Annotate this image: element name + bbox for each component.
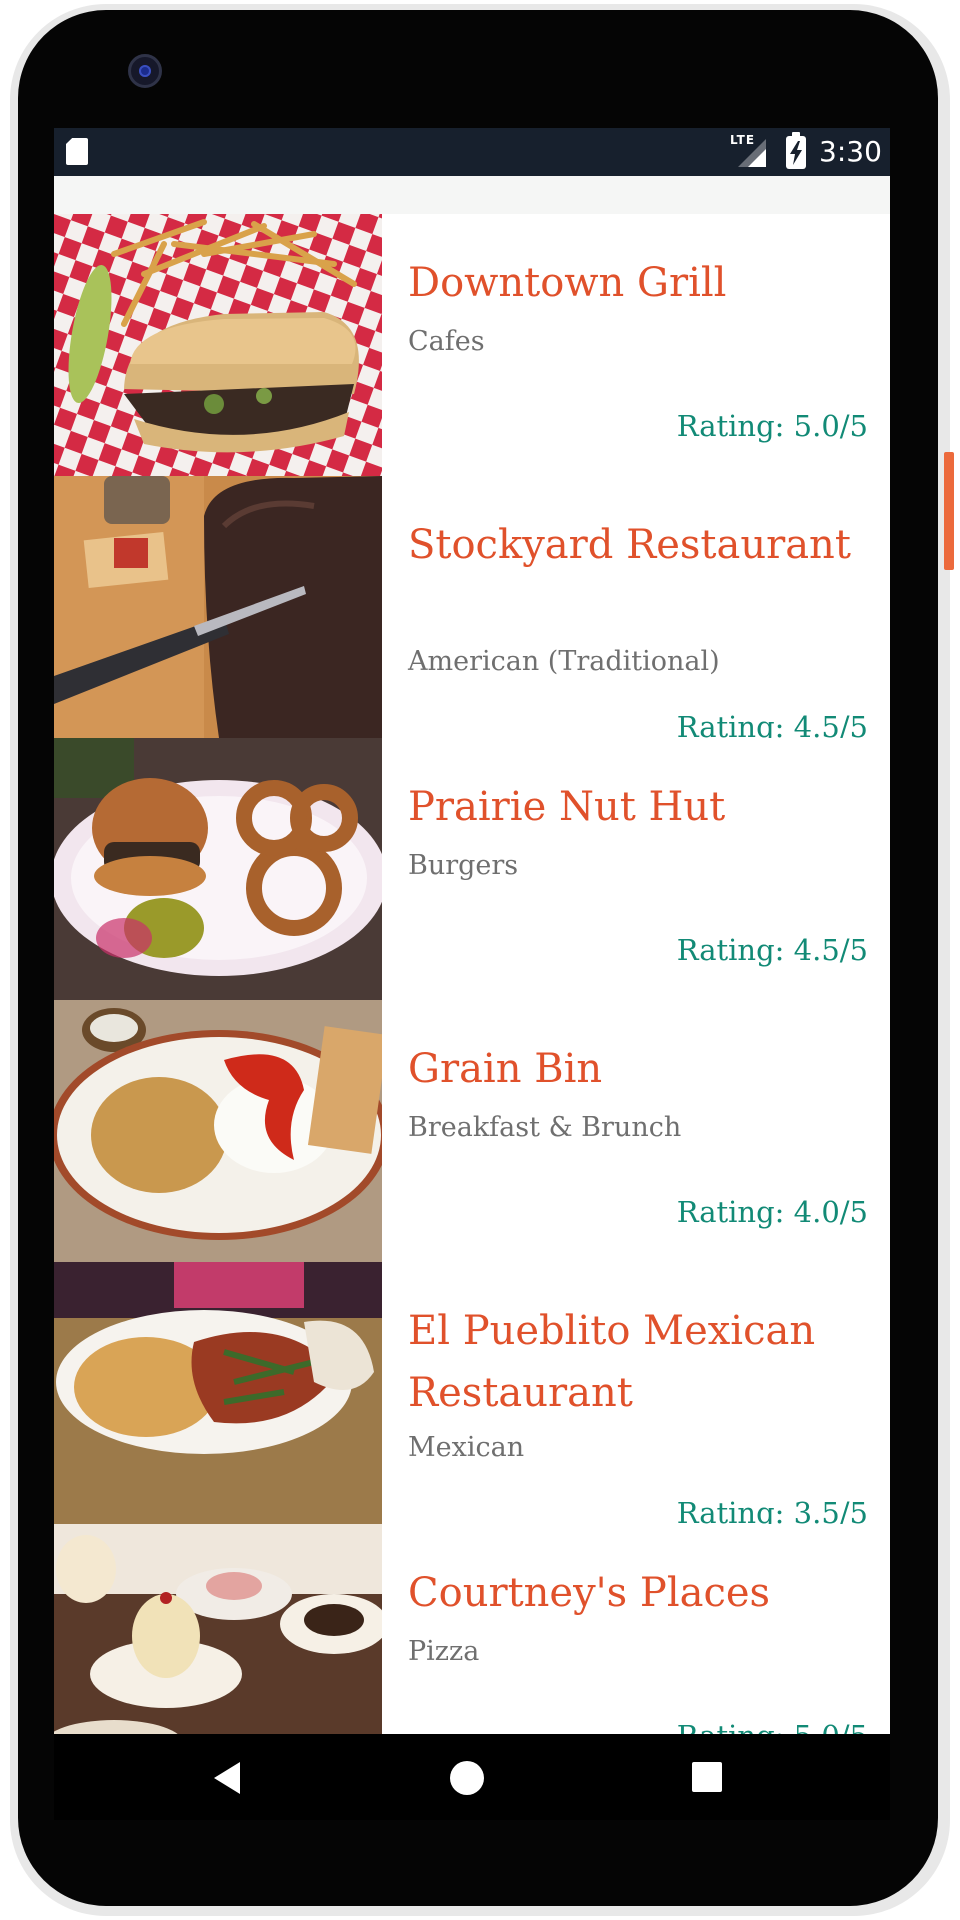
recents-icon[interactable] — [692, 1762, 722, 1792]
front-camera — [128, 54, 162, 88]
restaurant-name: Courtney's Places — [408, 1570, 771, 1616]
breakfast-plate-photo — [54, 1000, 382, 1262]
back-icon[interactable] — [214, 1762, 240, 1794]
restaurant-item-prairie-nut-hut[interactable]: Prairie Nut Hut Burgers Rating: 4.5/5 — [54, 738, 890, 1000]
sd-card-icon — [66, 138, 88, 165]
restaurant-item-el-pueblito-mexican-restaurant[interactable]: El Pueblito Mexican Restaurant Mexican R… — [54, 1262, 890, 1524]
desserts-photo — [54, 1524, 382, 1734]
burger-onion-rings-photo — [54, 738, 382, 1000]
restaurant-item-grain-bin[interactable]: Grain Bin Breakfast & Brunch Rating: 4.0… — [54, 1000, 890, 1262]
battery-charging-icon — [786, 132, 806, 169]
restaurant-category: Cafes — [408, 326, 485, 357]
restaurant-info: Downtown Grill Cafes Rating: 5.0/5 — [382, 214, 890, 476]
restaurant-rating: Rating: 5.0/5 — [676, 409, 868, 443]
mexican-plate-photo — [54, 1262, 382, 1524]
power-button — [944, 452, 954, 570]
screen: LTE 3:30 Downtown Grill Cafes Rating: 5.… — [54, 128, 890, 1734]
clock: 3:30 — [819, 135, 882, 168]
restaurant-item-downtown-grill[interactable]: Downtown Grill Cafes Rating: 5.0/5 — [54, 214, 890, 476]
restaurant-info: Courtney's Places Pizza Rating: 5.0/5 — [382, 1524, 890, 1734]
restaurant-rating: Rating: 5.0/5 — [677, 1719, 868, 1734]
sandwich-photo — [54, 214, 382, 476]
restaurant-info: El Pueblito Mexican Restaurant Mexican R… — [382, 1262, 890, 1524]
restaurant-name: Prairie Nut Hut — [408, 784, 726, 830]
status-bar: LTE 3:30 — [54, 128, 890, 176]
restaurant-list[interactable]: Downtown Grill Cafes Rating: 5.0/5 Stock… — [54, 214, 890, 1734]
restaurant-info: Grain Bin Breakfast & Brunch Rating: 4.0… — [382, 1000, 890, 1262]
restaurant-info: Stockyard Restaurant American (Tradition… — [382, 476, 890, 738]
restaurant-rating: Rating: 4.5/5 — [676, 710, 868, 738]
restaurant-name: Downtown Grill — [408, 260, 727, 306]
restaurant-rating: Rating: 3.5/5 — [676, 1496, 868, 1524]
restaurant-category: Pizza — [408, 1636, 480, 1667]
restaurant-name: Stockyard Restaurant — [408, 522, 851, 568]
restaurant-item-stockyard-restaurant[interactable]: Stockyard Restaurant American (Tradition… — [54, 476, 890, 738]
bread-board-photo — [54, 476, 382, 738]
restaurant-category: Breakfast & Brunch — [408, 1112, 682, 1143]
restaurant-category: Mexican — [408, 1432, 525, 1463]
restaurant-item-courtneys-places[interactable]: Courtney's Places Pizza Rating: 5.0/5 — [54, 1524, 890, 1734]
toolbar-area — [54, 176, 890, 214]
navigation-bar — [54, 1734, 890, 1820]
restaurant-rating: Rating: 4.5/5 — [676, 933, 868, 967]
cell-signal-icon — [738, 139, 766, 167]
restaurant-name: Grain Bin — [408, 1046, 603, 1092]
restaurant-rating: Rating: 4.0/5 — [676, 1195, 868, 1229]
home-icon[interactable] — [450, 1761, 484, 1795]
restaurant-name: El Pueblito Mexican Restaurant — [408, 1308, 816, 1416]
restaurant-category: Burgers — [408, 850, 519, 881]
scrollbar[interactable] — [886, 700, 890, 888]
restaurant-category: American (Traditional) — [408, 646, 720, 677]
restaurant-info: Prairie Nut Hut Burgers Rating: 4.5/5 — [382, 738, 890, 1000]
